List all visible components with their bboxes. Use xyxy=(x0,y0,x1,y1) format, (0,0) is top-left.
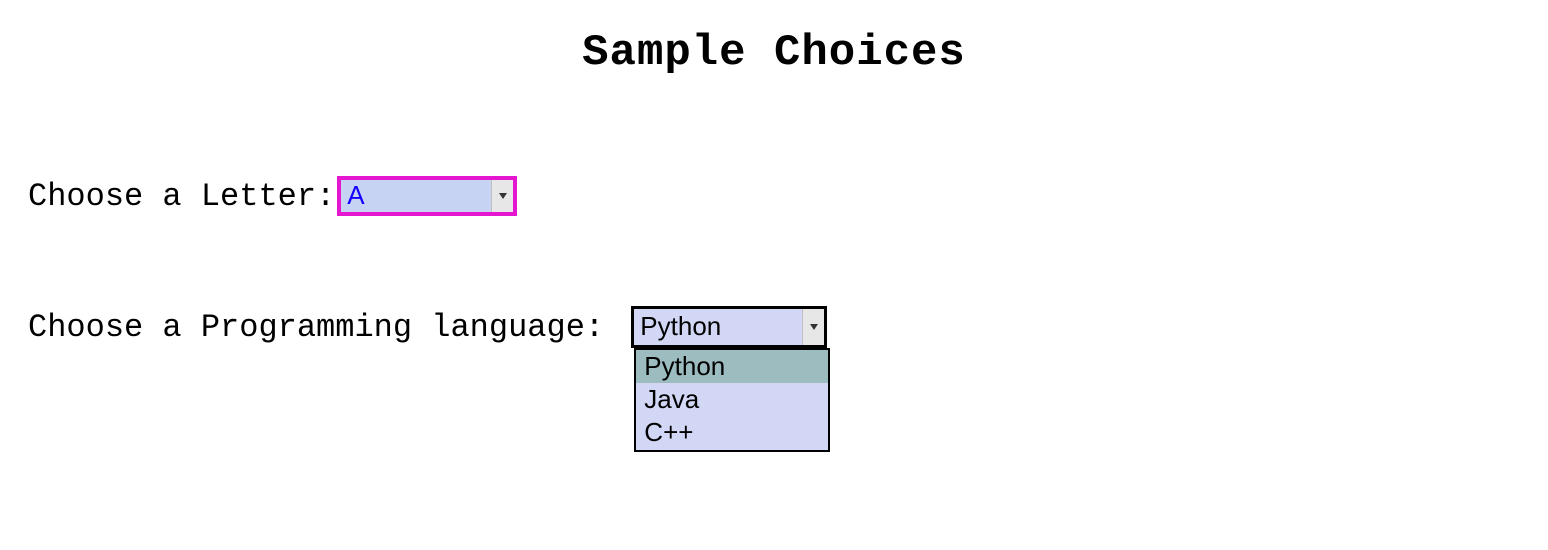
language-dropdown: Python Java C++ xyxy=(634,348,830,452)
language-combobox[interactable]: Python Python Java C++ xyxy=(631,306,827,348)
letter-combobox[interactable]: A xyxy=(337,176,517,216)
letter-row: Choose a Letter: A xyxy=(28,176,1548,216)
language-combobox-button[interactable] xyxy=(802,309,824,345)
language-option-java[interactable]: Java xyxy=(636,383,828,416)
letter-combobox-button[interactable] xyxy=(491,180,513,212)
language-combobox-value: Python xyxy=(634,309,802,345)
chevron-down-icon xyxy=(810,324,818,330)
language-option-cpp[interactable]: C++ xyxy=(636,416,828,449)
letter-label: Choose a Letter: xyxy=(28,178,335,215)
chevron-down-icon xyxy=(499,193,507,199)
language-option-python[interactable]: Python xyxy=(636,350,828,383)
language-row: Choose a Programming language: Python Py… xyxy=(28,306,1548,348)
language-label: Choose a Programming language: xyxy=(28,309,623,346)
page-title: Sample Choices xyxy=(0,28,1548,78)
letter-combobox-value: A xyxy=(341,180,491,212)
